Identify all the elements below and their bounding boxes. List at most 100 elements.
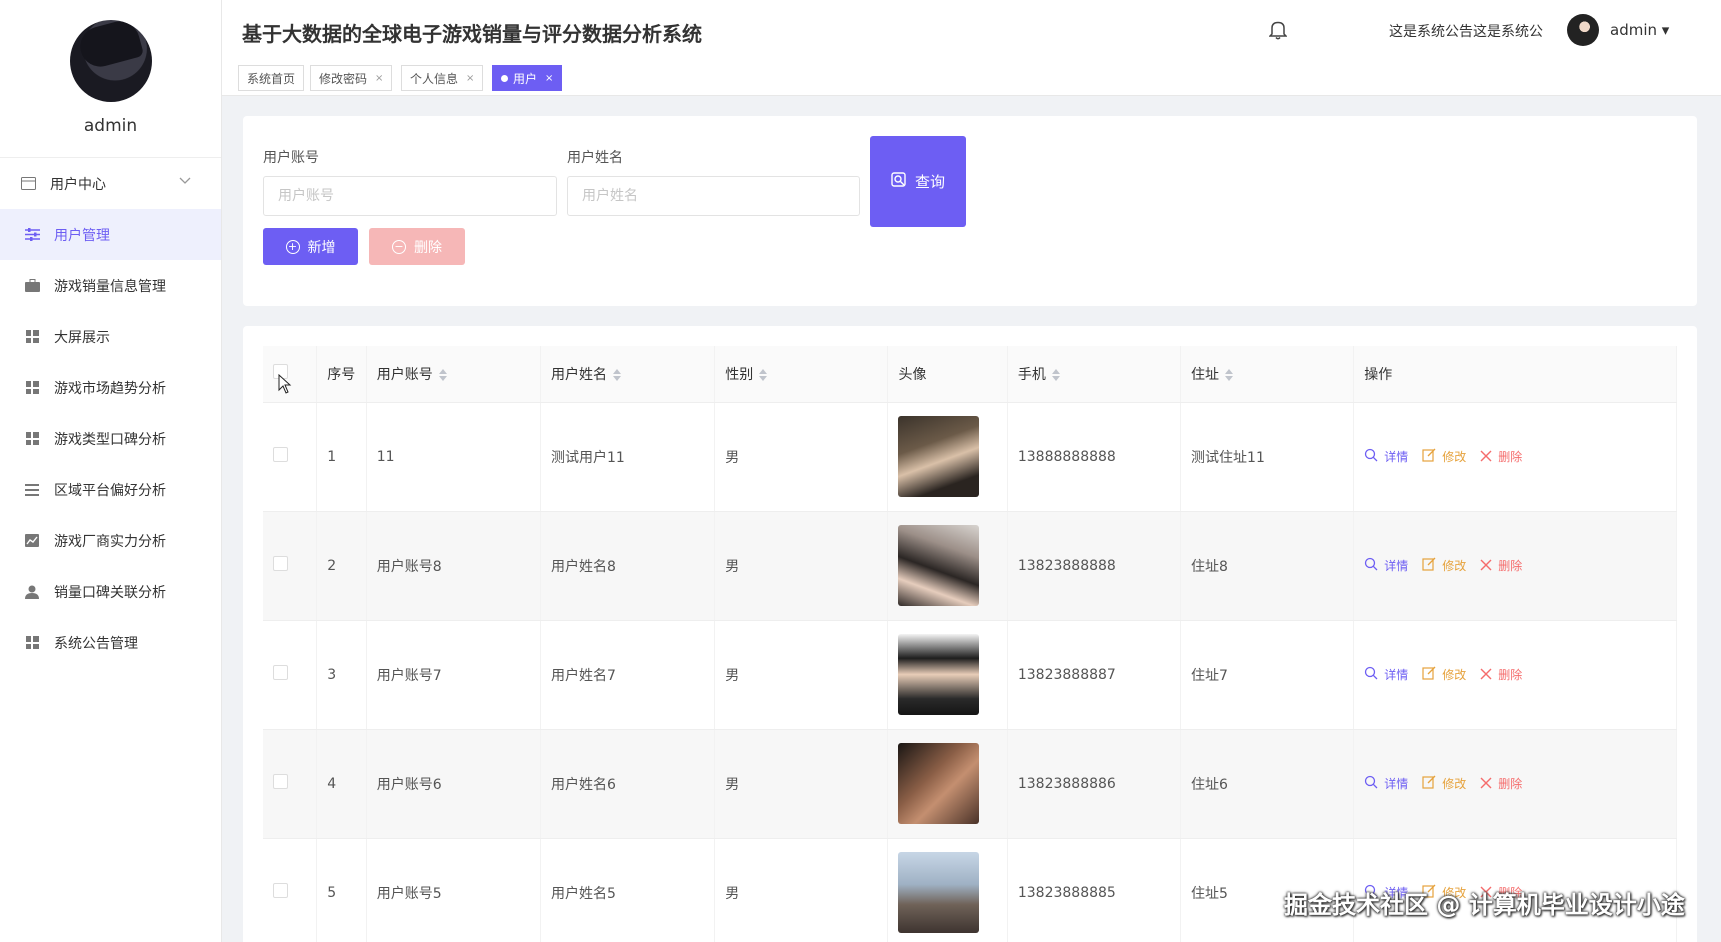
column-header-account[interactable]: 用户账号 [366, 346, 542, 403]
cell-gender: 男 [714, 511, 889, 621]
column-header-address[interactable]: 住址 [1180, 346, 1355, 403]
tab-change-password[interactable]: 修改密码 × [310, 65, 393, 91]
sort-icon[interactable] [1225, 368, 1234, 381]
cell-gender: 男 [714, 838, 889, 942]
delete-label: 删除 [1498, 777, 1523, 791]
sidebar-item-label: 用户管理 [54, 227, 110, 244]
table-header-row: 序号 用户账号 用户姓名 性别 头像 手机 住址 操作 [263, 346, 1677, 403]
name-label: 用户姓名 [567, 150, 623, 166]
row-checkbox[interactable] [273, 556, 288, 571]
user-photo[interactable] [898, 743, 980, 824]
search-icon [1364, 666, 1378, 684]
cell-index: 5 [316, 838, 367, 942]
account-search-input[interactable] [263, 176, 557, 216]
detail-button[interactable]: 详情 [1364, 448, 1408, 466]
row-checkbox[interactable] [273, 774, 288, 789]
sidebar-item-user-management[interactable]: 用户管理 [0, 209, 221, 260]
edit-icon [1422, 557, 1436, 575]
user-menu[interactable]: admin ▾ [1610, 21, 1669, 39]
sidebar-item-announcements[interactable]: 系统公告管理 [0, 617, 221, 668]
tab-user[interactable]: 用户 × [492, 65, 563, 91]
sidebar-item-label: 用户中心 [50, 176, 106, 193]
table-panel: 序号 用户账号 用户姓名 性别 头像 手机 住址 操作 1 11 测试用户11 … [243, 326, 1697, 942]
sidebar-item-label: 游戏市场趋势分析 [54, 380, 166, 397]
profile-avatar[interactable] [69, 20, 152, 102]
tab-profile[interactable]: 个人信息 × [401, 65, 484, 91]
sidebar-item-game-sales[interactable]: 游戏销量信息管理 [0, 260, 221, 311]
table-row: 4 用户账号6 用户姓名6 男 13823888886 住址6 详情 修改 删除 [263, 729, 1677, 839]
row-delete-button[interactable]: 删除 [1480, 448, 1522, 466]
column-header-phone[interactable]: 手机 [1007, 346, 1182, 403]
cell-name: 用户姓名8 [540, 511, 716, 621]
edit-label: 修改 [1442, 668, 1467, 682]
row-delete-button[interactable]: 删除 [1480, 775, 1522, 793]
announcement-ticker[interactable]: 这是系统公告这是系统公 [1389, 21, 1543, 41]
user-photo[interactable] [898, 525, 980, 606]
sidebar-item-region-platform[interactable]: 区域平台偏好分析 [0, 464, 221, 515]
edit-button[interactable]: 修改 [1422, 557, 1466, 575]
close-icon[interactable]: × [545, 73, 553, 84]
sort-icon[interactable] [438, 368, 447, 381]
query-button[interactable]: 查询 [870, 136, 966, 227]
edit-button[interactable]: 修改 [1422, 775, 1466, 793]
cell-phone: 13823888887 [1007, 620, 1182, 730]
name-search-input[interactable] [567, 176, 860, 216]
user-photo[interactable] [898, 416, 980, 497]
close-icon [1480, 775, 1492, 793]
row-checkbox[interactable] [273, 883, 288, 898]
sidebar-item-label: 游戏销量信息管理 [54, 278, 166, 295]
cell-name: 用户姓名7 [540, 620, 716, 730]
row-checkbox[interactable] [273, 447, 288, 462]
cell-account: 用户账号6 [366, 729, 542, 839]
sidebar-item-label: 系统公告管理 [54, 635, 138, 652]
sidebar-item-label: 区域平台偏好分析 [54, 482, 166, 499]
detail-label: 详情 [1384, 559, 1409, 573]
edit-button[interactable]: 修改 [1422, 666, 1466, 684]
sort-icon[interactable] [1051, 368, 1060, 381]
sidebar-item-big-screen[interactable]: 大屏展示 [0, 311, 221, 362]
column-header-gender[interactable]: 性别 [714, 346, 889, 403]
detail-button[interactable]: 详情 [1364, 557, 1408, 575]
row-checkbox[interactable] [273, 665, 288, 680]
edit-button[interactable]: 修改 [1422, 448, 1466, 466]
detail-button[interactable]: 详情 [1364, 775, 1408, 793]
cell-phone: 13823888885 [1007, 838, 1182, 942]
column-header-name[interactable]: 用户姓名 [540, 346, 716, 403]
row-delete-button[interactable]: 删除 [1480, 557, 1522, 575]
row-delete-button[interactable]: 删除 [1480, 666, 1522, 684]
edit-label: 修改 [1442, 450, 1467, 464]
sidebar-item-user-center[interactable]: 用户中心 [0, 158, 221, 209]
search-icon [1364, 557, 1378, 575]
tab-label: 用户 [513, 71, 538, 86]
header-label: 住址 [1191, 366, 1220, 383]
row-select-cell [263, 620, 318, 730]
sidebar-item-vendor-strength[interactable]: 游戏厂商实力分析 [0, 515, 221, 566]
account-label: 用户账号 [263, 150, 319, 166]
close-icon[interactable]: × [466, 73, 474, 84]
plus-circle-icon: + [285, 239, 300, 254]
query-button-label: 查询 [914, 173, 945, 191]
profile-name: admin [83, 116, 138, 136]
avatar[interactable] [1567, 14, 1599, 46]
search-icon [891, 171, 907, 192]
tab-home[interactable]: 系统首页 [238, 65, 305, 91]
grid-icon [24, 329, 40, 345]
bell-icon[interactable] [1268, 20, 1288, 40]
sidebar-item-market-trend[interactable]: 游戏市场趋势分析 [0, 362, 221, 413]
header-label: 用户账号 [376, 366, 433, 383]
detail-button[interactable]: 详情 [1364, 666, 1408, 684]
delete-button[interactable]: − 删除 [369, 228, 465, 265]
close-icon[interactable]: × [375, 73, 383, 84]
sidebar-item-sales-reputation[interactable]: 销量口碑关联分析 [0, 566, 221, 617]
sidebar-item-genre-reputation[interactable]: 游戏类型口碑分析 [0, 413, 221, 464]
sort-icon[interactable] [759, 368, 768, 381]
cell-index: 3 [316, 620, 367, 730]
sort-icon[interactable] [613, 368, 622, 381]
user-photo[interactable] [898, 852, 980, 933]
sidebar-item-label: 销量口碑关联分析 [54, 584, 166, 601]
row-select-cell [263, 729, 318, 839]
header-label: 用户姓名 [551, 366, 608, 383]
user-photo[interactable] [898, 634, 980, 715]
edit-icon [1422, 448, 1436, 466]
add-button[interactable]: + 新增 [263, 228, 358, 265]
